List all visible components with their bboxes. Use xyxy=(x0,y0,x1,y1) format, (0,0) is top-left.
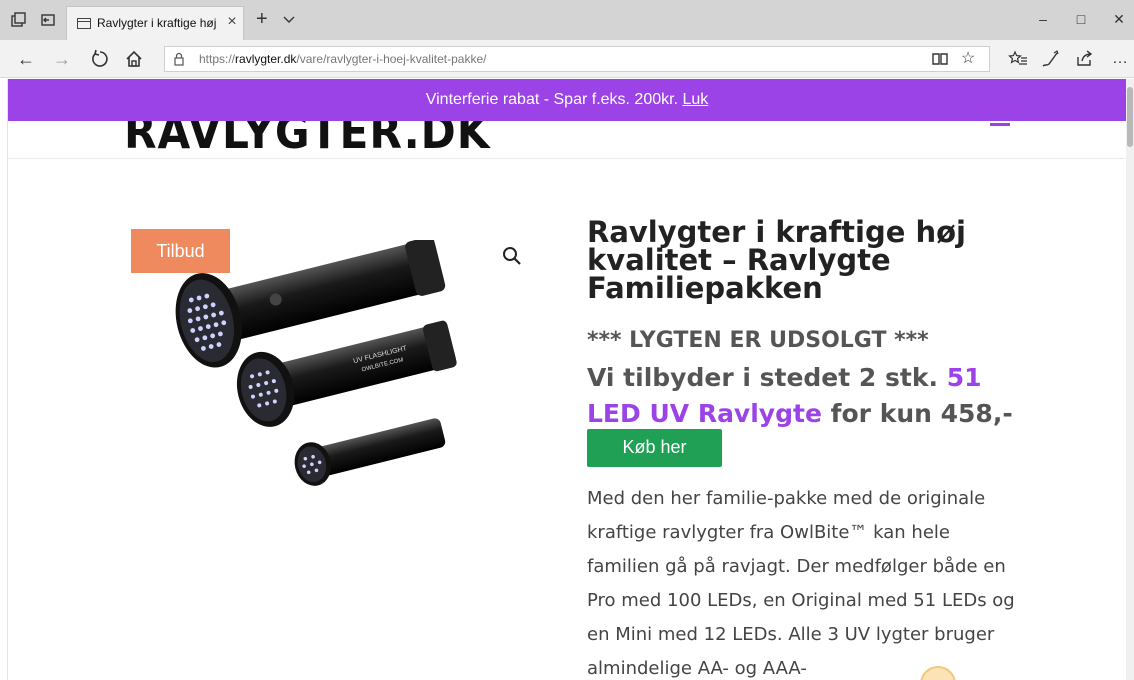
maximize-button[interactable]: □ xyxy=(1068,8,1094,30)
refresh-icon[interactable] xyxy=(88,47,112,71)
favorites-list-icon[interactable] xyxy=(1008,49,1028,69)
close-window-button[interactable]: ✕ xyxy=(1106,8,1132,30)
page-scrollbar[interactable] xyxy=(1126,79,1134,680)
url-text: https://ravlygter.dk/vare/ravlygter-i-ho… xyxy=(199,52,487,66)
menu-icon[interactable] xyxy=(990,123,1010,126)
page-icon xyxy=(77,18,91,29)
offer-prefix: Vi tilbyder i stedet 2 stk. xyxy=(587,363,938,392)
offer-text: Vi tilbyder i stedet 2 stk. 51 LED UV Ra… xyxy=(587,360,1027,432)
scrollbar-thumb[interactable] xyxy=(1127,87,1133,147)
reading-view-icon[interactable] xyxy=(930,49,950,69)
share-icon[interactable] xyxy=(1074,49,1094,69)
pen-icon[interactable] xyxy=(1040,49,1060,69)
back-button[interactable]: ← xyxy=(14,47,38,71)
more-icon[interactable]: … xyxy=(1110,49,1130,69)
page-left-edge xyxy=(0,79,8,680)
product-title: Ravlygter i kraftige høj kvalitet – Ravl… xyxy=(587,215,966,305)
promo-banner: Vinterferie rabat - Spar f.eks. 200kr. L… xyxy=(8,79,1126,121)
offer-suffix: for kun 458,- xyxy=(830,399,1013,428)
promo-close-link[interactable]: Luk xyxy=(682,91,708,108)
buy-button[interactable]: Køb her xyxy=(587,429,722,467)
product-image: UV FLASHLIGHT OWLBITE.COM xyxy=(175,240,457,486)
new-tab-button[interactable]: + xyxy=(256,8,276,30)
site-logo[interactable]: RAVLYGTER.DK xyxy=(124,121,490,158)
close-icon[interactable]: × xyxy=(223,13,241,31)
chevron-down-icon[interactable] xyxy=(282,12,296,26)
product-description: Med den her familie-pakke med de origina… xyxy=(587,488,1015,679)
sale-badge: Tilbud xyxy=(131,229,230,273)
soldout-notice: *** LYGTEN ER UDSOLGT *** xyxy=(587,328,929,353)
browser-toolbar: ← → https://ravlygter.dk/vare/ravlygter-… xyxy=(0,40,1134,78)
tab-bar: Ravlygter i kraftige høj l × + – □ ✕ xyxy=(0,0,1134,40)
browser-tab[interactable]: Ravlygter i kraftige høj l × xyxy=(66,6,244,40)
tab-title: Ravlygter i kraftige høj l xyxy=(97,16,219,30)
site-header: RAVLYGTER.DK xyxy=(8,121,1126,159)
favorite-star-icon[interactable]: ☆ xyxy=(958,49,978,69)
set-aside-tabs-icon[interactable] xyxy=(40,12,56,28)
home-icon[interactable] xyxy=(122,47,146,71)
minimize-button[interactable]: – xyxy=(1030,8,1056,30)
lock-icon xyxy=(174,52,184,66)
promo-text: Vinterferie rabat - Spar f.eks. 200kr. xyxy=(425,91,679,108)
address-bar[interactable]: https://ravlygter.dk/vare/ravlygter-i-ho… xyxy=(164,46,990,72)
zoom-search-icon[interactable] xyxy=(500,244,524,268)
tab-actions-icon[interactable] xyxy=(10,12,26,28)
forward-button[interactable]: → xyxy=(50,47,74,71)
